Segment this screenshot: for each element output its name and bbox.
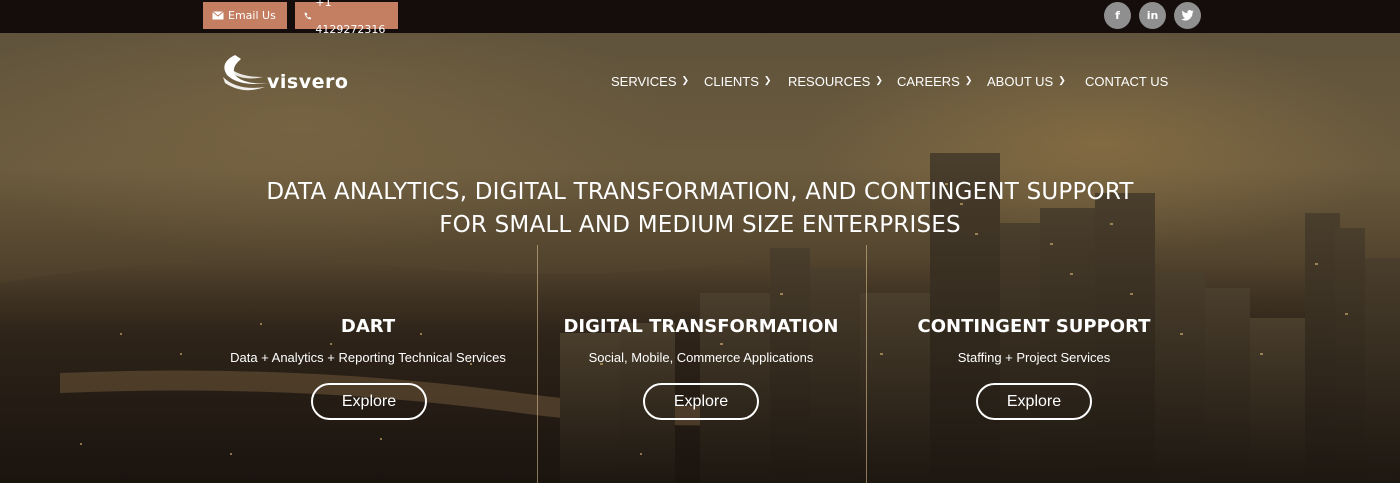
hero-headline: DATA ANALYTICS, DIGITAL TRANSFORMATION, … bbox=[0, 176, 1400, 242]
nav-item-careers[interactable]: CAREERS ❯ bbox=[897, 71, 972, 91]
chevron-down-icon: ❯ bbox=[1058, 74, 1066, 85]
explore-contingent-support-button[interactable]: Explore bbox=[976, 383, 1092, 420]
hero-section: visvero SERVICES ❯ CLIENTS ❯ RESOURCES ❯… bbox=[0, 33, 1400, 483]
service-title: DART bbox=[340, 316, 396, 337]
top-bar: Email Us +1 4129272316 f in bbox=[0, 0, 1400, 36]
phone-button[interactable]: +1 4129272316 bbox=[295, 0, 398, 36]
logo-text: visvero bbox=[267, 71, 349, 93]
nav-label: CAREERS bbox=[897, 73, 960, 89]
email-us-button[interactable]: Email Us bbox=[203, 2, 287, 29]
linkedin-glyph: in bbox=[1146, 9, 1159, 22]
phone-icon bbox=[304, 12, 311, 19]
nav-item-clients[interactable]: CLIENTS ❯ bbox=[704, 71, 771, 91]
email-us-label: Email Us bbox=[228, 9, 276, 22]
chevron-down-icon: ❯ bbox=[763, 74, 772, 85]
service-subtitle: Social, Mobile, Commerce Applications bbox=[588, 350, 814, 365]
service-contingent-support: CONTINGENT SUPPORT Staffing + Project Se… bbox=[864, 315, 1204, 367]
nav-item-contact-us[interactable]: CONTACT US bbox=[1085, 71, 1168, 91]
nav-label: ABOUT US bbox=[987, 73, 1054, 89]
explore-dart-button[interactable]: Explore bbox=[311, 383, 427, 420]
nav-item-services[interactable]: SERVICES ❯ bbox=[611, 71, 689, 91]
nav-item-about-us[interactable]: ABOUT US ❯ bbox=[987, 71, 1066, 91]
service-subtitle: Staffing + Project Services bbox=[957, 350, 1111, 365]
service-digital-transformation: DIGITAL TRANSFORMATION Social, Mobile, C… bbox=[531, 315, 871, 367]
chevron-down-icon: ❯ bbox=[681, 74, 690, 85]
twitter-bird-icon bbox=[1181, 10, 1194, 21]
headline-line-2: FOR SMALL AND MEDIUM SIZE ENTERPRISES bbox=[439, 212, 961, 238]
service-title: DIGITAL TRANSFORMATION bbox=[563, 316, 839, 337]
envelope-icon bbox=[212, 11, 224, 20]
nav-label: CLIENTS bbox=[704, 73, 759, 89]
service-dart: DART Data + Analytics + Reporting Techni… bbox=[198, 315, 538, 367]
linkedin-icon[interactable]: in bbox=[1139, 2, 1166, 29]
chevron-down-icon: ❯ bbox=[964, 74, 973, 85]
nav-label: SERVICES bbox=[611, 73, 677, 89]
nav-label: CONTACT US bbox=[1085, 73, 1169, 89]
facebook-glyph: f bbox=[1115, 9, 1120, 22]
explore-digital-transformation-button[interactable]: Explore bbox=[643, 383, 759, 420]
service-title: CONTINGENT SUPPORT bbox=[917, 316, 1151, 337]
chevron-down-icon: ❯ bbox=[875, 74, 883, 85]
nav-label: RESOURCES bbox=[788, 73, 871, 89]
nav-item-resources[interactable]: RESOURCES ❯ bbox=[788, 71, 883, 91]
twitter-icon[interactable] bbox=[1174, 2, 1201, 29]
service-subtitle: Data + Analytics + Reporting Technical S… bbox=[230, 350, 506, 365]
headline-line-1: DATA ANALYTICS, DIGITAL TRANSFORMATION, … bbox=[266, 179, 1134, 205]
facebook-icon[interactable]: f bbox=[1104, 2, 1131, 29]
